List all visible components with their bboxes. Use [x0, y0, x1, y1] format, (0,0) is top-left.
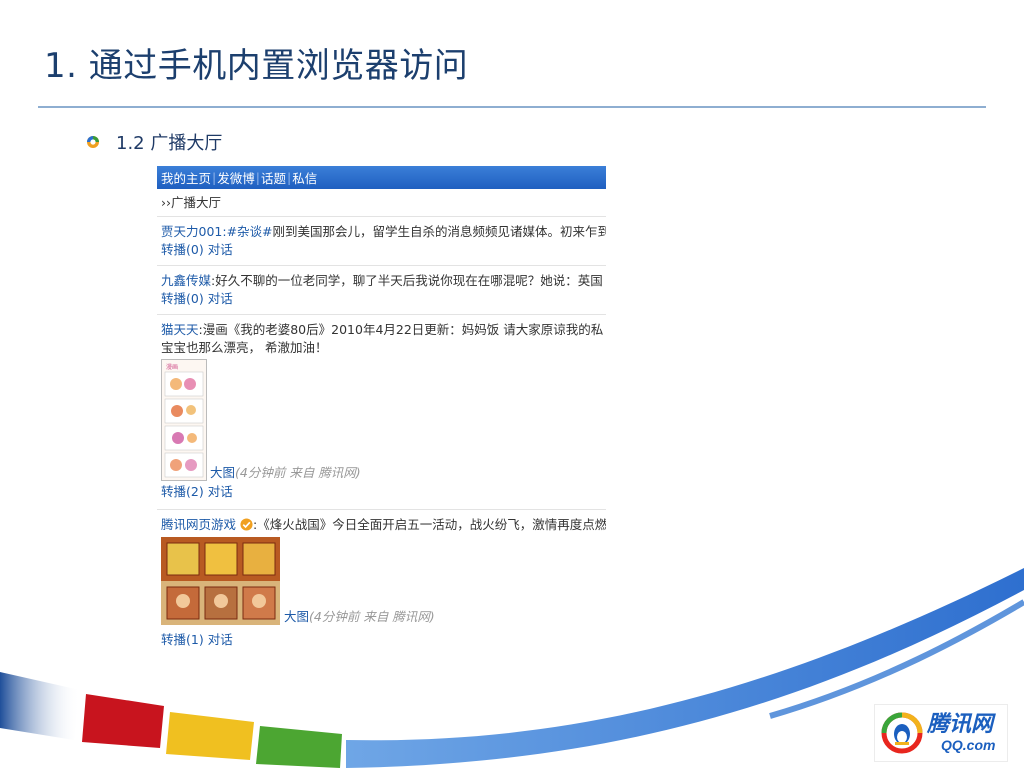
qq-penguin-logo-icon	[881, 712, 923, 754]
logo-english-text: QQ.com	[941, 737, 996, 753]
decorative-bottom-swoosh	[0, 568, 1024, 768]
logo-chinese-text: 腾讯网	[927, 712, 994, 737]
tencent-logo: 腾讯网 QQ.com	[874, 704, 1008, 762]
